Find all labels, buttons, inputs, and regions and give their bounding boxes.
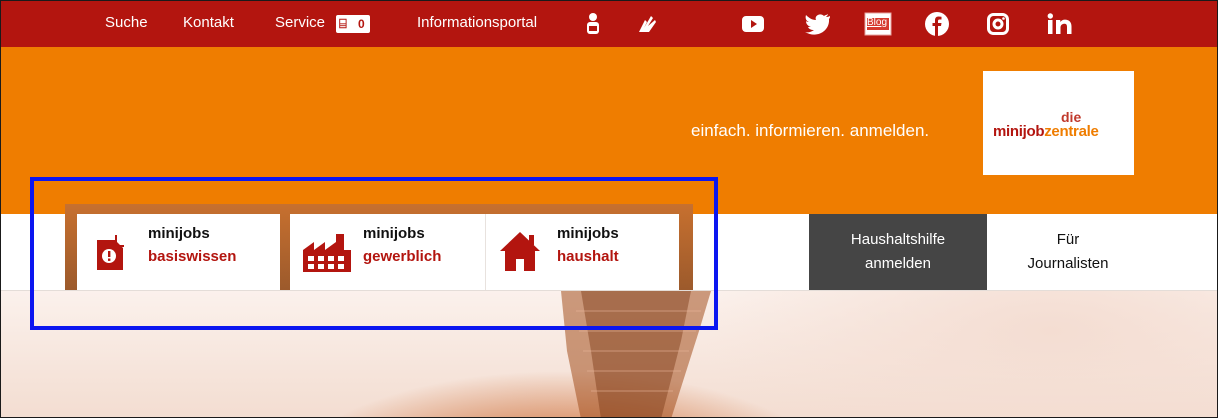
haushaltshilfe-line2: anmelden [865, 255, 931, 272]
highlight-box [30, 177, 718, 330]
service-cart-badge[interactable]: ⌸ 0 [336, 15, 370, 33]
minijob-zentrale-logo[interactable]: die minijobzentrale [983, 71, 1134, 175]
sign-language-icon[interactable] [634, 12, 660, 36]
journalisten-line1: Für [1056, 231, 1080, 248]
youtube-icon[interactable] [741, 12, 765, 36]
basket-icon: ⌸ [339, 16, 347, 31]
page-frame: Suche Kontakt Service ⌸ 0 Informationspo… [0, 0, 1218, 418]
twitter-icon[interactable] [804, 12, 832, 36]
logo-zentrale: zentrale [1044, 123, 1099, 140]
logo-minijob: minijob [993, 123, 1045, 140]
instagram-icon[interactable] [987, 12, 1009, 36]
haushaltshilfe-anmelden-button[interactable]: Haushaltshilfe anmelden [809, 214, 987, 290]
linkedin-icon[interactable] [1047, 12, 1073, 36]
informationsportal-link[interactable]: Informationsportal [417, 14, 537, 31]
kontakt-link[interactable]: Kontakt [183, 14, 234, 31]
cart-count: 0 [358, 17, 365, 31]
journalisten-line2: Journalisten [1027, 255, 1109, 272]
blog-icon[interactable]: Blog [864, 12, 892, 36]
facebook-icon[interactable] [925, 12, 949, 36]
top-bar: Suche Kontakt Service ⌸ 0 Informationspo… [1, 1, 1217, 47]
slogan: einfach. informieren. anmelden. [691, 121, 930, 140]
logo-wordmark: minijobzentrale [993, 123, 1099, 140]
haushaltshilfe-line1: Haushaltshilfe [850, 231, 946, 248]
fuer-journalisten-link[interactable]: Für Journalisten [988, 214, 1148, 290]
service-link[interactable]: Service [275, 14, 325, 31]
blog-label: Blog [867, 17, 888, 28]
suche-link[interactable]: Suche [105, 14, 148, 31]
easy-language-icon[interactable] [581, 12, 605, 36]
